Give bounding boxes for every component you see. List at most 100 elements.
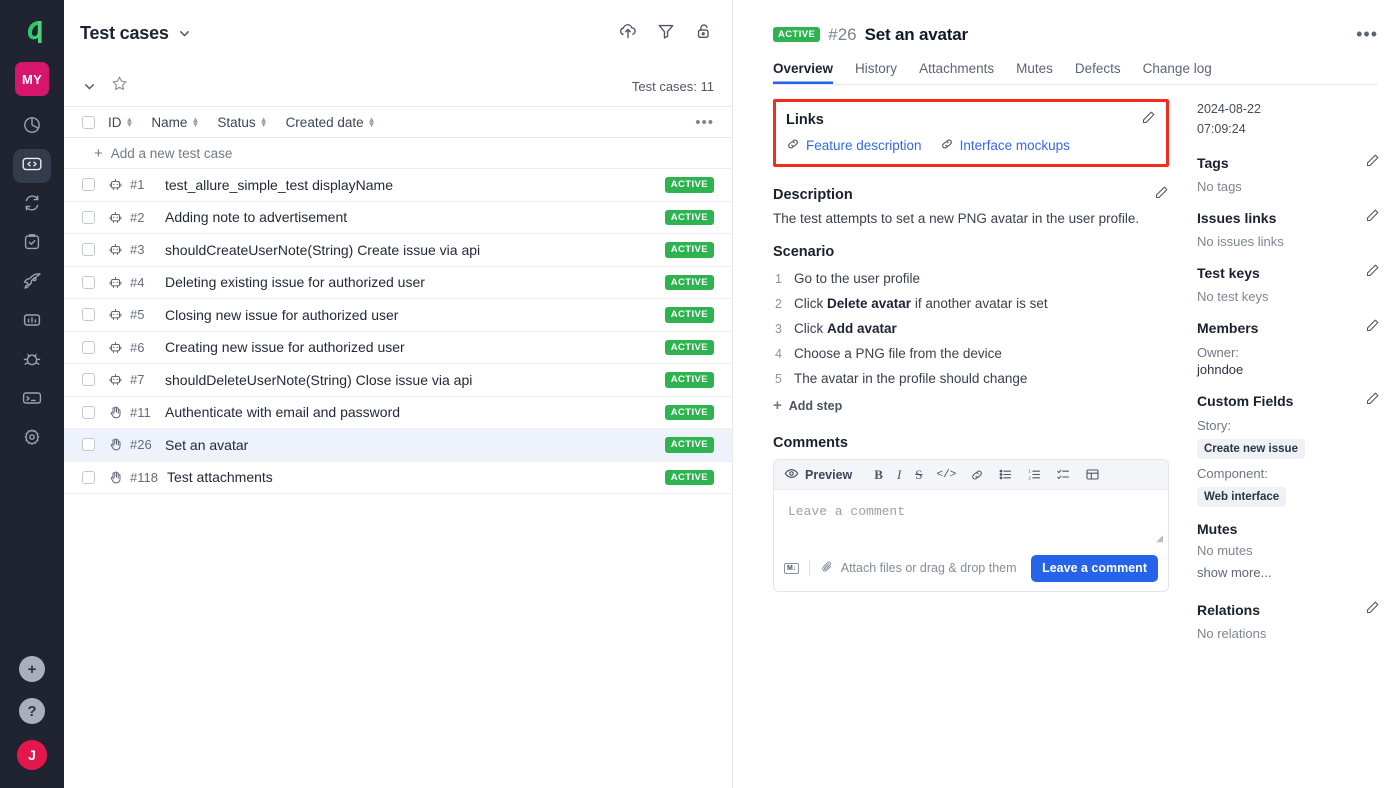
sidebar-item-test-runs[interactable] xyxy=(13,188,51,222)
custom-field-chip-story[interactable]: Create new issue xyxy=(1197,439,1305,459)
sidebar-item-dashboards[interactable] xyxy=(13,110,51,144)
mutes-show-more[interactable]: show more... xyxy=(1197,565,1380,580)
numbered-list-icon[interactable]: 12 xyxy=(1027,467,1042,482)
sidebar-item-defects[interactable] xyxy=(13,344,51,378)
scenario-step[interactable]: 5 The avatar in the profile should change xyxy=(773,366,1185,391)
sort-icon[interactable]: ▲ ▼ xyxy=(368,116,376,129)
sidebar-item-settings[interactable] xyxy=(13,422,51,456)
add-test-case-row[interactable]: + Add a new test case xyxy=(64,138,732,169)
pencil-icon[interactable] xyxy=(1365,208,1380,228)
table-row[interactable]: #7 shouldDeleteUserNote(String) Close iss… xyxy=(64,364,732,397)
filter-icon[interactable] xyxy=(656,21,676,46)
description-title: Description xyxy=(773,187,853,203)
pencil-icon[interactable] xyxy=(1154,185,1169,205)
table-icon[interactable] xyxy=(1085,467,1100,482)
italic-icon[interactable]: I xyxy=(897,467,901,483)
row-checkbox[interactable] xyxy=(82,340,95,354)
table-row[interactable]: #1 test_allure_simple_test displayName ACT… xyxy=(64,169,732,202)
tab-history[interactable]: History xyxy=(855,61,897,84)
table-row[interactable]: #118 Test attachments ACTIVE xyxy=(64,462,732,494)
link-feature-description[interactable]: Feature description xyxy=(786,137,922,154)
strikethrough-icon[interactable]: S xyxy=(915,467,922,483)
pencil-icon[interactable] xyxy=(1141,110,1156,130)
add-step-button[interactable]: + Add step xyxy=(773,398,1185,413)
step-text: Click Add avatar xyxy=(794,321,897,336)
avatar[interactable]: J xyxy=(17,740,47,770)
column-header-created-date[interactable]: Created date ▲ ▼ xyxy=(286,115,376,130)
sidebar-item-launches[interactable] xyxy=(13,266,51,300)
leave-comment-button[interactable]: Leave a comment xyxy=(1031,555,1158,582)
code-icon[interactable]: </> xyxy=(937,469,957,481)
comment-input[interactable]: Leave a comment ◢ xyxy=(774,490,1168,548)
preview-toggle[interactable]: Preview xyxy=(784,466,852,484)
question-circle-icon[interactable]: ? xyxy=(19,698,45,724)
scenario-step[interactable]: 3 Click Add avatar xyxy=(773,316,1185,341)
upload-cloud-icon[interactable] xyxy=(618,21,638,46)
allure-logo-icon[interactable] xyxy=(12,12,52,52)
sort-icon[interactable]: ▲ ▼ xyxy=(191,116,199,129)
row-checkbox[interactable] xyxy=(82,243,95,257)
custom-field-chip-component[interactable]: Web interface xyxy=(1197,487,1287,507)
bug-icon xyxy=(21,349,43,374)
tab-change-log[interactable]: Change log xyxy=(1143,61,1212,84)
row-checkbox[interactable] xyxy=(82,470,95,484)
unlock-icon[interactable] xyxy=(694,21,714,46)
sidebar-item-test-cases[interactable] xyxy=(13,149,51,183)
tab-attachments[interactable]: Attachments xyxy=(919,61,994,84)
bullet-list-icon[interactable] xyxy=(998,467,1013,482)
row-checkbox[interactable] xyxy=(82,178,95,192)
detail-ellipsis-icon[interactable]: ••• xyxy=(1356,24,1378,45)
sidebar-item-test-plans[interactable] xyxy=(13,227,51,261)
table-row[interactable]: #2 Adding note to advertisement ACTIVE xyxy=(64,202,732,234)
column-header-name[interactable]: Name ▲ ▼ xyxy=(151,115,199,130)
star-icon[interactable] xyxy=(111,75,128,97)
row-checkbox[interactable] xyxy=(82,308,95,322)
scenario-step[interactable]: 1 Go to the user profile xyxy=(773,266,1185,291)
row-checkbox[interactable] xyxy=(82,438,95,452)
link-interface-mockups[interactable]: Interface mockups xyxy=(940,137,1070,154)
plus-icon: + xyxy=(773,397,782,414)
pencil-icon[interactable] xyxy=(1365,318,1380,338)
table-row[interactable]: #5 Closing new issue for authorized user A… xyxy=(64,299,732,332)
resize-handle-icon[interactable]: ◢ xyxy=(1156,533,1163,544)
step-number: 1 xyxy=(775,272,782,286)
tab-defects[interactable]: Defects xyxy=(1075,61,1121,84)
case-title[interactable]: Set an avatar xyxy=(865,25,968,45)
table-row[interactable]: #26 Set an avatar ACTIVE xyxy=(64,429,732,462)
row-checkbox[interactable] xyxy=(82,373,95,387)
table-row[interactable]: #4 Deleting existing issue for authorized… xyxy=(64,267,732,299)
select-all-checkbox[interactable] xyxy=(82,115,95,129)
bold-icon[interactable]: B xyxy=(874,467,883,483)
sort-icon[interactable]: ▲ ▼ xyxy=(260,116,268,129)
pencil-icon[interactable] xyxy=(1365,263,1380,283)
checklist-icon[interactable] xyxy=(1056,467,1071,482)
column-header-status[interactable]: Status ▲ ▼ xyxy=(217,115,267,130)
scenario-step[interactable]: 2 Click Delete avatar if another avatar i… xyxy=(773,291,1185,316)
scenario-step[interactable]: 4 Choose a PNG file from the device xyxy=(773,341,1185,366)
row-checkbox[interactable] xyxy=(82,405,95,419)
chevron-down-icon[interactable] xyxy=(177,26,192,41)
sidebar-item-console[interactable] xyxy=(13,383,51,417)
project-badge[interactable]: MY xyxy=(15,62,49,96)
attach-files-button[interactable]: Attach files or drag & drop them xyxy=(820,560,1017,577)
pencil-icon[interactable] xyxy=(1365,391,1380,411)
column-label: Created date xyxy=(285,114,364,130)
tab-overview[interactable]: Overview xyxy=(773,61,833,84)
table-row[interactable]: #6 Creating new issue for authorized user… xyxy=(64,332,732,364)
column-header-id[interactable]: ID ▲ ▼ xyxy=(108,115,133,130)
plus-circle-icon[interactable]: + xyxy=(19,656,45,682)
pencil-icon[interactable] xyxy=(1365,153,1380,173)
row-checkbox[interactable] xyxy=(82,275,95,289)
markdown-icon[interactable]: M↓ xyxy=(784,562,799,574)
table-row[interactable]: #3 shouldCreateUserNote(String) Create is… xyxy=(64,234,732,267)
links-list: Feature description Interface mockups xyxy=(786,137,1156,154)
sidebar-item-analytics[interactable] xyxy=(13,305,51,339)
row-checkbox[interactable] xyxy=(82,210,95,224)
collapse-chevron-icon[interactable] xyxy=(82,79,97,94)
sort-icon[interactable]: ▲ ▼ xyxy=(126,116,134,129)
table-row[interactable]: #11 Authenticate with email and password A… xyxy=(64,397,732,429)
link-icon[interactable] xyxy=(970,468,984,482)
pencil-icon[interactable] xyxy=(1365,600,1380,620)
tab-mutes[interactable]: Mutes xyxy=(1016,61,1053,84)
table-options-ellipsis-icon[interactable]: ••• xyxy=(695,114,714,131)
